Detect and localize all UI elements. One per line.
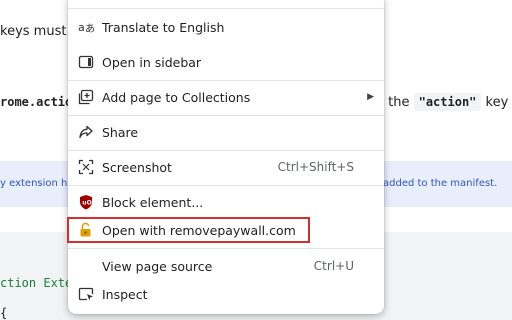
menu-separator <box>68 8 384 9</box>
page-text-fragment: key in <box>485 95 512 110</box>
collections-icon <box>78 89 94 105</box>
menu-item-label: Block element... <box>102 194 204 210</box>
menu-item-translate[interactable]: aあ Translate to English <box>68 13 384 41</box>
screenshot-icon <box>78 159 94 175</box>
menu-item-label: Inspect <box>102 286 148 302</box>
note-text-left: y extension he <box>0 178 74 189</box>
menu-separator <box>68 80 384 81</box>
menu-item-label: Add page to Collections <box>102 89 251 105</box>
menu-item-open-in-sidebar[interactable]: Open in sidebar <box>68 48 384 76</box>
menu-item-label: Screenshot <box>102 159 172 175</box>
menu-item-shortcut: Ctrl+U <box>313 259 354 273</box>
menu-item-add-to-collections[interactable]: Add page to Collections ▶ <box>68 83 384 111</box>
menu-separator <box>68 115 384 116</box>
context-menu: aあ Translate to English Open in sidebar … <box>68 0 384 314</box>
highlight-box <box>67 217 310 243</box>
menu-item-share[interactable]: Share <box>68 118 384 146</box>
menu-item-label: View page source <box>102 258 213 274</box>
menu-item-view-page-source[interactable]: View page source Ctrl+U <box>68 252 384 280</box>
share-icon <box>78 124 94 140</box>
svg-text:uO: uO <box>82 200 91 207</box>
page-text-line-right: e the "action" key in <box>376 93 512 111</box>
code-line: { <box>0 306 8 320</box>
menu-separator <box>68 185 384 186</box>
inline-code: "action" <box>413 93 482 111</box>
menu-item-block-element[interactable]: uO Block element... <box>68 188 384 216</box>
menu-item-label: Translate to English <box>102 19 225 35</box>
svg-text:あ: あ <box>85 23 94 35</box>
sidebar-icon <box>78 54 94 70</box>
inspect-icon <box>78 286 94 302</box>
menu-item-label: Open in sidebar <box>102 54 202 70</box>
menu-item-screenshot[interactable]: Screenshot Ctrl+Shift+S <box>68 153 384 181</box>
ublock-icon: uO <box>78 194 94 210</box>
svg-text:a: a <box>78 21 85 34</box>
menu-separator <box>68 150 384 151</box>
menu-separator <box>68 248 384 249</box>
menu-item-shortcut: Ctrl+Shift+S <box>277 160 354 174</box>
menu-item-inspect[interactable]: Inspect <box>68 280 384 308</box>
translate-icon: aあ <box>78 19 94 35</box>
note-text-right: added to the manifest. <box>383 178 498 189</box>
submenu-arrow-icon: ▶ <box>367 92 374 102</box>
menu-item-label: Share <box>102 124 139 140</box>
